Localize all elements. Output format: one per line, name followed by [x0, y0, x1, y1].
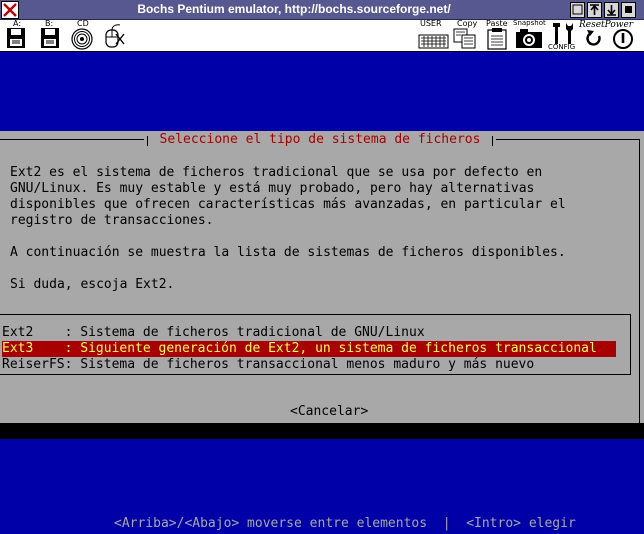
floppy-b-button[interactable]: B: [38, 19, 66, 51]
copy-button[interactable]: Copy [451, 19, 481, 51]
config-label: CONFIG [548, 43, 576, 51]
dialog-frame-right [639, 139, 640, 423]
config-button[interactable]: CONFIG [548, 20, 578, 51]
filesystem-listbox: Ext2 : Sistema de ficheros tradicional d… [0, 314, 631, 375]
floppy-a-button[interactable]: A: [4, 19, 32, 51]
intro-paragraph-line-2: GNU/Linux. Es muy estable y está muy pro… [10, 181, 535, 196]
minimize-button[interactable] [604, 2, 619, 18]
user-label: USER [420, 19, 442, 28]
default-hint-text: Si duda, escoja Ext2. [10, 277, 175, 292]
list-item-ext3[interactable]: Ext3 : Siguiente generación de Ext2, un … [2, 341, 616, 357]
window-menu-icon [625, 6, 632, 13]
dialog-title: Seleccione el tipo de sistema de fichero… [159, 132, 481, 147]
paste-label: Paste [486, 19, 508, 28]
power-icon [613, 29, 633, 49]
power-button[interactable] [610, 20, 638, 51]
paste-button[interactable]: Paste [483, 19, 513, 51]
arrow-down-icon [607, 5, 616, 16]
close-icon [3, 3, 17, 17]
intro-paragraph-line-1: Ext2 es el sistema de ficheros tradicion… [10, 165, 543, 180]
shade-button[interactable] [570, 2, 585, 18]
floppy-a-label: A: [13, 19, 22, 28]
window-titlebar: Bochs Pentium emulator, http://bochs.sou… [0, 0, 644, 20]
bochs-toolbar: A: B: CD USER Copy Paste Snapshot CONFIG… [0, 19, 644, 52]
list-item-reiserfs[interactable]: ReiserFS: Sistema de ficheros transaccio… [2, 357, 616, 373]
mouse-icon [105, 24, 125, 48]
maximize-button[interactable] [587, 2, 602, 18]
list-item-ext2[interactable]: Ext2 : Sistema de ficheros tradicional d… [2, 325, 616, 341]
cdrom-label: CD [77, 19, 89, 28]
intro-paragraph-line-3: disponibles que ofrecen características … [10, 197, 566, 212]
emulator-screen: Seleccione el tipo de sistema de fichero… [0, 52, 644, 534]
intro-paragraph-line-4: registro de transacciones. [10, 213, 214, 228]
mouse-button[interactable] [100, 20, 128, 51]
floppy-b-label: B: [45, 19, 54, 28]
snapshot-button[interactable]: Snapshot [513, 19, 549, 51]
list-intro-text: A continuación se muestra la lista de si… [10, 245, 566, 260]
reset-button[interactable] [582, 20, 606, 51]
cancel-button[interactable]: <Cancelar> [290, 404, 368, 420]
help-footer: <Arriba>/<Abajo> moverse entre elementos… [114, 516, 576, 531]
arrow-up-icon [590, 4, 599, 15]
copy-label: Copy [457, 19, 478, 28]
snapshot-label: Snapshot [513, 19, 546, 27]
reset-icon [586, 30, 601, 46]
shade-icon [572, 4, 583, 15]
dialog-title-box: Seleccione el tipo de sistema de fichero… [144, 132, 496, 148]
close-button[interactable] [1, 1, 19, 19]
dialog-shadow [0, 423, 644, 439]
window-menu-button[interactable] [621, 2, 636, 18]
cdrom-button[interactable]: CD [68, 19, 98, 51]
user-keyboard-button[interactable]: USER [418, 19, 450, 51]
window-title: Bochs Pentium emulator, http://bochs.sou… [21, 2, 567, 18]
